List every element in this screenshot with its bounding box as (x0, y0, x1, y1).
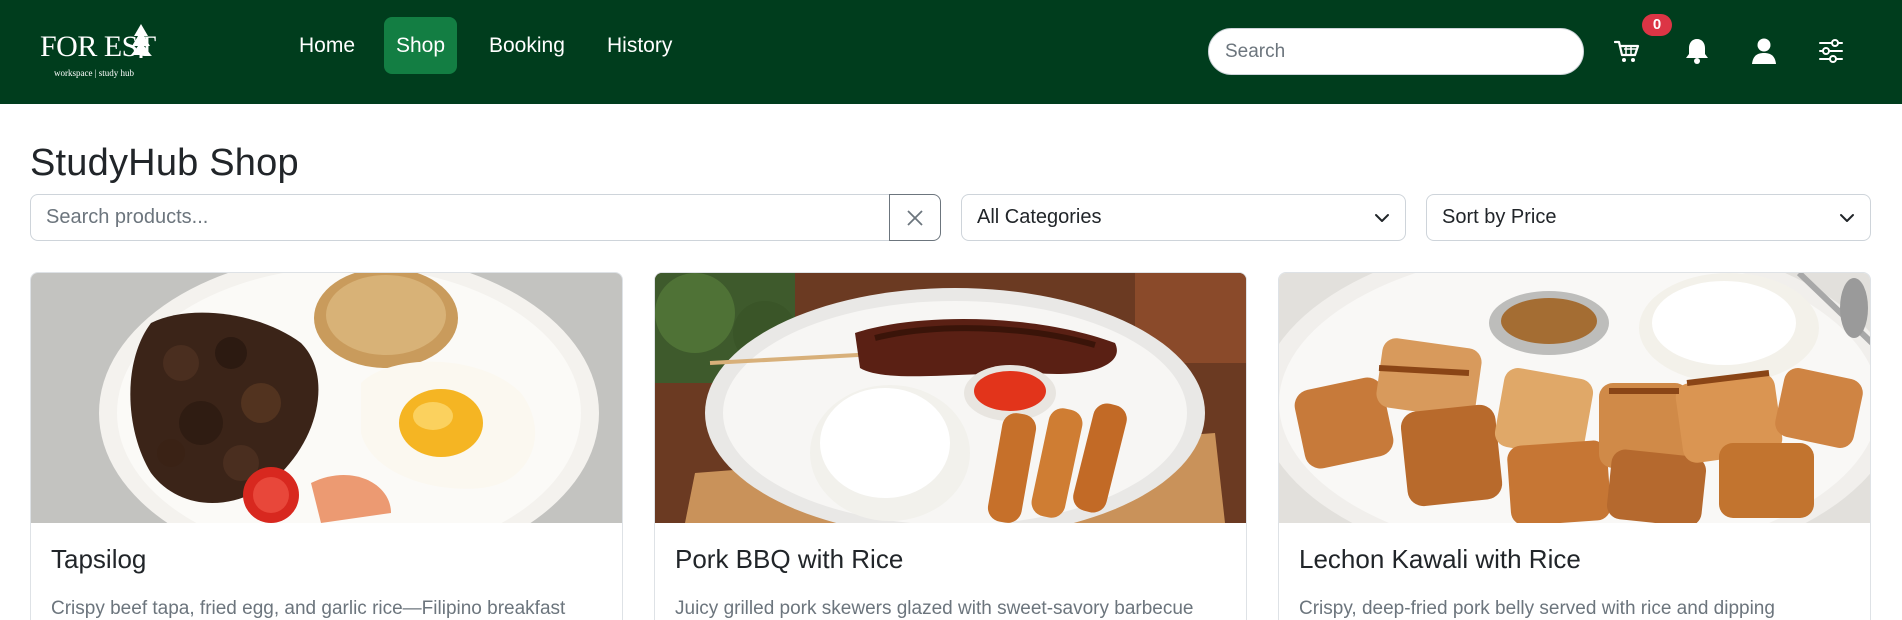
product-search-group (30, 194, 941, 241)
chevron-down-icon (1840, 213, 1854, 222)
product-name: Pork BBQ with Rice (675, 544, 904, 574)
close-icon (907, 209, 923, 226)
cart-button[interactable] (1610, 34, 1644, 68)
user-icon (1752, 38, 1776, 64)
cart-icon (1614, 40, 1640, 62)
product-description: Crispy, deep-fried pork belly served wit… (1299, 598, 1775, 619)
notifications-button[interactable] (1680, 34, 1714, 68)
product-card[interactable]: Lechon Kawali with Rice Crispy, deep-fri… (1278, 272, 1871, 620)
sort-select[interactable]: Sort by Price (1426, 194, 1871, 241)
brand-logo[interactable]: FOR EST workspace | study hub (40, 24, 160, 80)
product-description: Juicy grilled pork skewers glazed with s… (675, 598, 1194, 619)
product-description: Crispy beef tapa, fried egg, and garlic … (51, 598, 566, 619)
nav-booking[interactable]: Booking (475, 17, 579, 74)
profile-button[interactable] (1747, 34, 1781, 68)
product-search-input[interactable] (30, 194, 890, 241)
product-name: Lechon Kawali with Rice (1299, 544, 1581, 574)
clear-search-button[interactable] (889, 194, 941, 241)
product-name: Tapsilog (51, 544, 147, 574)
cart-count-badge: 0 (1642, 14, 1672, 36)
product-image-pork-bbq (655, 273, 1246, 523)
chevron-down-icon (1375, 213, 1389, 222)
product-image-tapsilog (31, 273, 622, 523)
nav-history[interactable]: History (593, 17, 686, 74)
top-navbar: FOR EST workspace | study hub Home Shop … (0, 0, 1902, 104)
category-select[interactable]: All Categories (961, 194, 1406, 241)
nav-home[interactable]: Home (285, 17, 369, 74)
sort-select-value: Sort by Price (1442, 206, 1557, 228)
filters-button[interactable] (1814, 34, 1848, 68)
tree-icon (131, 24, 151, 58)
product-image-lechon-kawali (1279, 273, 1870, 523)
nav-shop[interactable]: Shop (384, 17, 457, 74)
page-title: StudyHub Shop (30, 142, 299, 184)
product-card[interactable]: Tapsilog Crispy beef tapa, fried egg, an… (30, 272, 623, 620)
category-select-value: All Categories (977, 206, 1102, 228)
product-card[interactable]: Pork BBQ with Rice Juicy grilled pork sk… (654, 272, 1247, 620)
global-search-input[interactable] (1208, 28, 1584, 75)
brand-tagline: workspace | study hub (54, 68, 135, 78)
settings-sliders-icon (1819, 39, 1843, 63)
bell-icon (1686, 39, 1708, 64)
